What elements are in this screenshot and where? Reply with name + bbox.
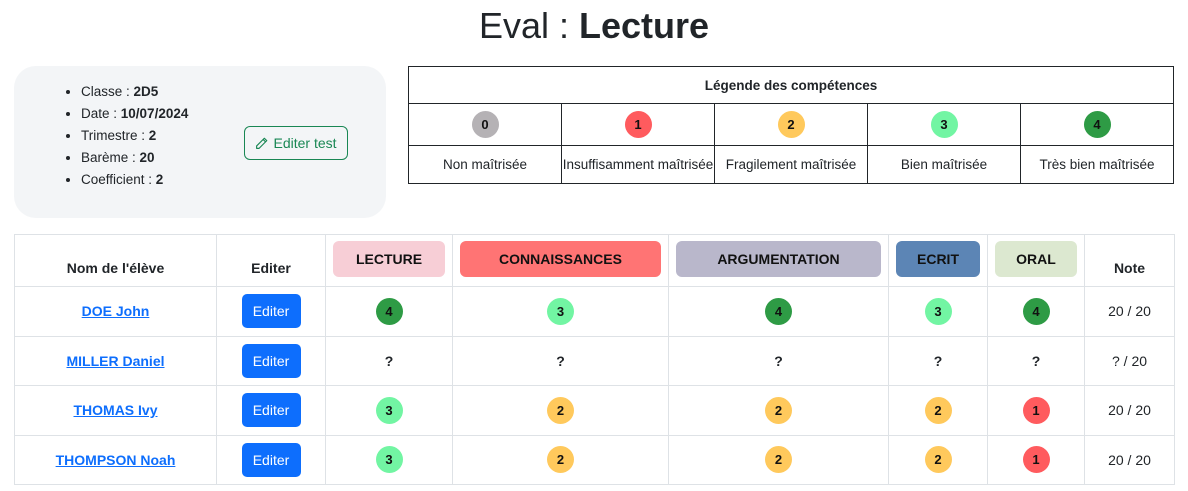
competence-header-argumentation: ARGUMENTATION (676, 241, 881, 277)
student-name-link[interactable]: THOMAS Ivy (73, 402, 157, 418)
edit-test-button[interactable]: Editer test (244, 126, 348, 160)
info-item-bareme: Barème : 20 (81, 147, 188, 169)
info-item-trimestre: Trimestre : 2 (81, 125, 188, 147)
competence-header-oral: ORAL (995, 241, 1077, 277)
grade-unknown: ? (384, 352, 394, 369)
legend-label-4: Très bien maîtrisée (1020, 145, 1174, 184)
evaluation-info-list: Classe : 2D5 Date : 10/07/2024 Trimestre… (67, 81, 188, 191)
grade-badge: 2 (765, 396, 792, 424)
column-header-edit: Editer (216, 234, 326, 287)
grade-badge: 3 (375, 446, 403, 474)
grade-unknown: ? (1031, 352, 1041, 369)
edit-student-button[interactable]: Editer (241, 442, 301, 477)
info-value-bareme: 20 (139, 150, 155, 165)
info-value-coefficient: 2 (155, 172, 164, 187)
competence-header-ecrit: ECRIT (896, 241, 980, 277)
edit-student-button[interactable]: Editer (241, 294, 301, 329)
pencil-icon (256, 137, 268, 149)
legend-title: Légende des compétences (408, 66, 1174, 104)
legend-badge-0: 0 (471, 111, 499, 138)
grade-badge: 2 (924, 446, 952, 474)
legend-badge-1: 1 (624, 111, 652, 138)
legend-label-2: Fragilement maîtrisée (714, 145, 868, 184)
legend-label-3: Bien maîtrisée (867, 145, 1021, 184)
student-note: 20 / 20 (1084, 434, 1175, 485)
student-name-link[interactable]: DOE John (82, 303, 150, 319)
table-row: THOMPSON Noah Editer 3 2 2 2 1 20 / 20 (14, 434, 1175, 485)
competence-header-lecture: LECTURE (333, 241, 445, 277)
student-note: 20 / 20 (1084, 286, 1175, 337)
student-note: ? / 20 (1084, 335, 1175, 386)
table-row: THOMAS Ivy Editer 3 2 2 2 1 20 / 20 (14, 385, 1175, 436)
grade-badge: 1 (1022, 396, 1050, 424)
grade-badge: 2 (547, 446, 574, 474)
edit-student-button[interactable]: Editer (241, 343, 301, 378)
info-item-coefficient: Coefficient : 2 (81, 169, 188, 191)
grade-unknown: ? (774, 352, 783, 369)
grade-badge: 4 (375, 297, 403, 325)
page-title-prefix: Eval : (478, 5, 569, 46)
grade-badge: 2 (924, 396, 952, 424)
legend-label-0: Non maîtrisée (408, 145, 562, 184)
page-title-name: Lecture (579, 5, 710, 46)
info-item-classe: Classe : 2D5 (81, 81, 188, 103)
grade-badge: 2 (547, 396, 574, 424)
edit-test-label: Editer test (273, 135, 337, 151)
grade-badge: 3 (375, 396, 403, 424)
info-value-classe: 2D5 (133, 84, 159, 99)
student-name-link[interactable]: THOMPSON Noah (56, 452, 176, 468)
column-header-note: Note (1084, 234, 1175, 287)
student-name-link[interactable]: MILLER Daniel (66, 353, 164, 369)
grade-badge: 1 (1022, 446, 1050, 474)
grade-unknown: ? (556, 352, 565, 369)
competence-header-connaissances: CONNAISSANCES (460, 241, 661, 277)
info-item-date: Date : 10/07/2024 (81, 103, 188, 125)
table-row: DOE John Editer 4 3 4 3 4 20 / 20 (14, 286, 1175, 337)
edit-student-button[interactable]: Editer (241, 393, 301, 428)
table-row: MILLER Daniel Editer????? ? / 20 (14, 335, 1175, 386)
info-value-trimestre: 2 (148, 128, 157, 143)
info-value-date: 10/07/2024 (120, 106, 189, 121)
column-header-name: Nom de l'élève (14, 234, 217, 287)
student-note: 20 / 20 (1084, 385, 1175, 436)
competence-legend: Légende des compétences 0 1 2 3 4 Non ma… (408, 66, 1174, 184)
page-title: Eval : Lecture (0, 4, 1188, 48)
grades-table: Nom de l'élève Editer LECTURE CONNAISSAN… (14, 234, 1175, 485)
legend-badge-3: 3 (930, 111, 958, 138)
grade-badge: 3 (924, 297, 952, 325)
evaluation-info-card: Classe : 2D5 Date : 10/07/2024 Trimestre… (14, 66, 386, 218)
legend-label-1: Insuffisamment maîtrisée (561, 145, 715, 184)
legend-badge-2: 2 (777, 111, 805, 138)
grade-badge: 4 (1022, 297, 1050, 325)
grade-unknown: ? (933, 352, 943, 369)
grade-badge: 3 (547, 297, 574, 325)
legend-badge-4: 4 (1083, 111, 1111, 138)
grade-badge: 2 (765, 446, 792, 474)
grade-badge: 4 (765, 297, 792, 325)
grades-header-row: Nom de l'élève Editer LECTURE CONNAISSAN… (14, 234, 1175, 287)
